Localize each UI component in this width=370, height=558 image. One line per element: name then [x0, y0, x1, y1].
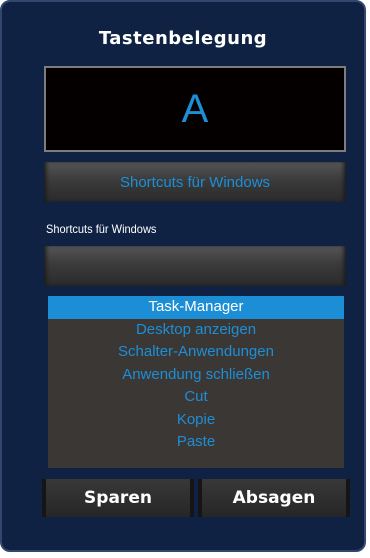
list-item[interactable]: Cut	[48, 386, 344, 409]
save-button[interactable]: Sparen	[42, 479, 194, 517]
list-item[interactable]: Desktop anzeigen	[48, 319, 344, 342]
dropdown-selected-value: Shortcuts für Windows	[119, 173, 271, 191]
list-item[interactable]: Kopie	[48, 409, 344, 432]
section-label: Shortcuts für Windows	[46, 222, 157, 236]
list-item[interactable]: Schalter-Anwendungen	[48, 341, 344, 364]
shortcut-list[interactable]: Task-Manager Desktop anzeigen Schalter-A…	[48, 296, 344, 468]
list-item[interactable]: Anwendung schließen	[48, 364, 344, 387]
shortcut-input-field[interactable]	[44, 246, 346, 286]
list-item[interactable]: Task-Manager	[48, 296, 344, 319]
dialog-title: Tastenbelegung	[98, 28, 268, 49]
shortcut-category-dropdown[interactable]: Shortcuts für Windows	[44, 162, 346, 202]
key-mapping-panel: Tastenbelegung A Shortcuts für Windows S…	[0, 0, 366, 552]
key-display: A	[44, 66, 346, 152]
cancel-button[interactable]: Absagen	[198, 479, 350, 517]
list-item[interactable]: Paste	[48, 431, 344, 454]
key-display-value: A	[181, 86, 209, 131]
